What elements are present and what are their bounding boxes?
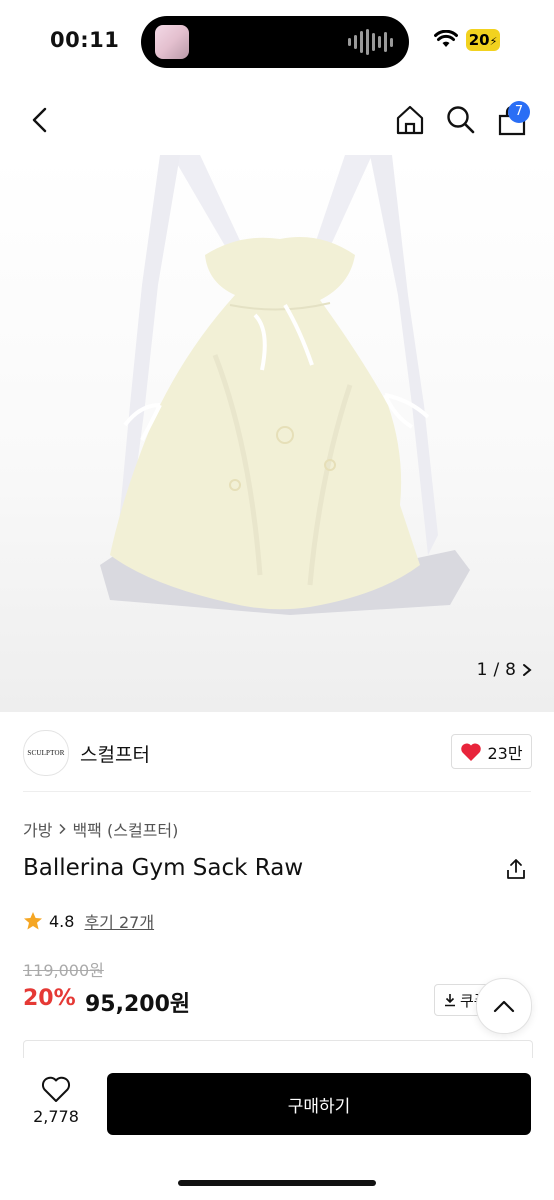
sale-price: 95,200원 bbox=[85, 992, 191, 1017]
brand-logo-text: SCULPTOR bbox=[27, 749, 65, 757]
home-icon[interactable] bbox=[394, 104, 426, 136]
original-price: 119,000원 bbox=[23, 961, 104, 980]
divider bbox=[23, 791, 531, 792]
back-button[interactable] bbox=[28, 106, 52, 134]
image-pagination-counter[interactable]: 1 / 8 bbox=[477, 660, 532, 680]
brand-like-button[interactable]: 23만 bbox=[451, 734, 532, 769]
brand-like-count: 23만 bbox=[487, 743, 523, 763]
buy-button[interactable]: 구매하기 bbox=[107, 1073, 531, 1135]
product-title: Ballerina Gym Sack Raw bbox=[23, 855, 304, 881]
rating-row: 4.8 후기 27개 bbox=[23, 909, 154, 933]
battery-indicator: 20⚡ bbox=[466, 29, 500, 51]
heart-outline-icon bbox=[41, 1076, 71, 1102]
status-time: 00:11 bbox=[50, 28, 120, 52]
current-image-index: 1 bbox=[476, 660, 488, 680]
product-image-illustration bbox=[100, 155, 470, 615]
chevron-right-icon bbox=[523, 664, 532, 676]
home-indicator[interactable] bbox=[178, 1180, 376, 1186]
dynamic-island bbox=[141, 16, 409, 68]
brand-name[interactable]: 스컬프터 bbox=[80, 740, 150, 767]
rating-score: 4.8 bbox=[49, 911, 75, 931]
wishlist-button[interactable]: 2,778 bbox=[26, 1076, 86, 1126]
wishlist-count: 2,778 bbox=[33, 1107, 79, 1126]
brand-logo[interactable]: SCULPTOR bbox=[23, 730, 69, 776]
download-icon bbox=[445, 994, 455, 1007]
review-count-link[interactable]: 후기 27개 bbox=[84, 909, 154, 933]
product-image[interactable] bbox=[0, 155, 554, 712]
charging-icon: ⚡ bbox=[489, 35, 498, 48]
wifi-icon bbox=[434, 30, 458, 47]
share-icon[interactable] bbox=[504, 857, 528, 881]
star-icon bbox=[24, 912, 42, 930]
audio-waveform-icon bbox=[348, 29, 393, 55]
battery-level: 20 bbox=[468, 31, 490, 49]
breadcrumb-category[interactable]: 가방 bbox=[23, 817, 52, 841]
chevron-right-icon bbox=[59, 823, 67, 835]
scroll-to-top-button[interactable] bbox=[476, 978, 532, 1034]
breadcrumb: 가방 백팩 (스컬프터) bbox=[23, 817, 178, 841]
now-playing-thumbnail bbox=[155, 25, 189, 59]
pagination-separator: / bbox=[493, 660, 500, 680]
search-icon[interactable] bbox=[445, 104, 477, 136]
chevron-up-icon bbox=[493, 1000, 515, 1013]
discount-rate: 20% bbox=[23, 986, 76, 1011]
breadcrumb-subcategory[interactable]: 백팩 (스컬프터) bbox=[72, 817, 178, 841]
total-image-count: 8 bbox=[505, 660, 516, 680]
cart-count-badge: 7 bbox=[508, 101, 530, 123]
heart-filled-icon bbox=[461, 742, 482, 761]
